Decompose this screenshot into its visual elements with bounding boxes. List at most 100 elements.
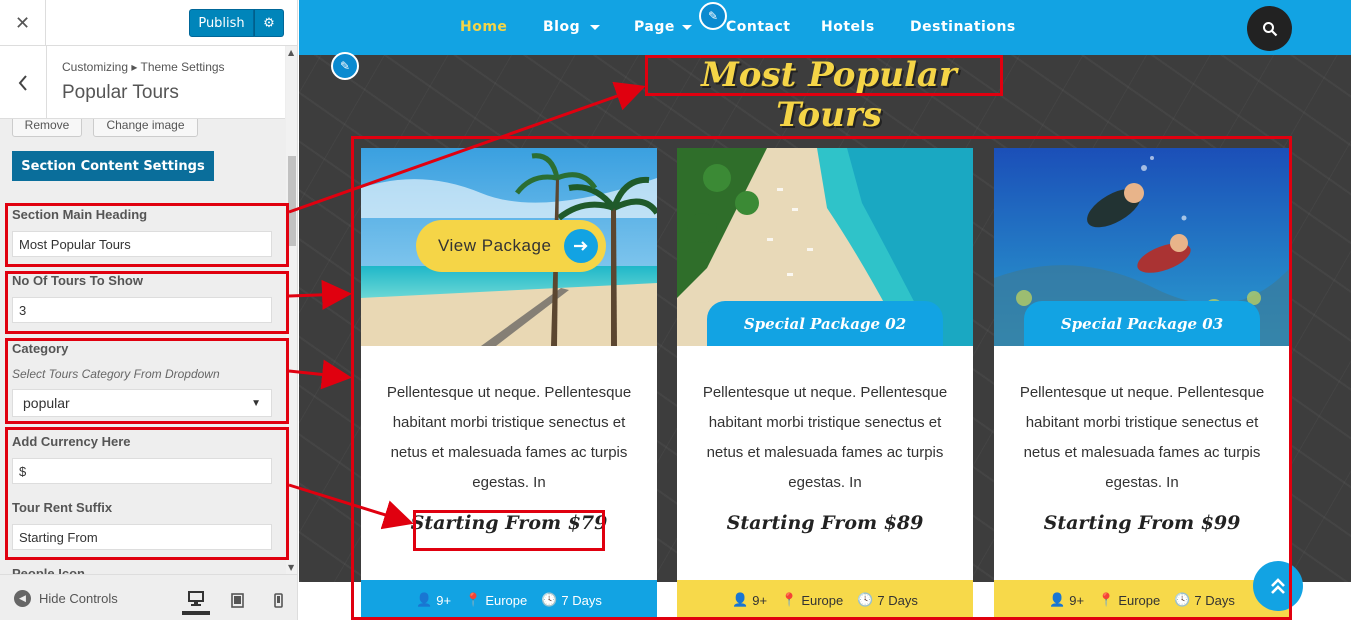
preview-mobile-button[interactable]: [264, 585, 292, 615]
category-select[interactable]: popular ▼: [12, 389, 272, 417]
tours-count-input[interactable]: 3: [12, 297, 272, 323]
preview-desktop-button[interactable]: [182, 585, 210, 615]
package-title-tab[interactable]: Special Package 03: [1024, 301, 1260, 346]
category-description: Select Tours Category From Dropdown: [12, 367, 220, 381]
tour-description: Pellentesque ut neque. Pellentesque habi…: [702, 384, 948, 491]
double-chevron-up-icon: [1271, 578, 1285, 594]
arrow-right-icon: [564, 229, 598, 263]
nav-item-page[interactable]: Page: [634, 19, 675, 35]
change-image-button[interactable]: Change image: [93, 119, 198, 137]
edit-section-shortcut-button[interactable]: ✎: [331, 52, 359, 80]
nav-item-destinations[interactable]: Destinations: [910, 19, 1016, 35]
tour-meta-bar: 👤 9+ 📍 Europe 🕓 7 Days: [361, 580, 657, 620]
main-heading-input[interactable]: Most Popular Tours: [12, 231, 272, 257]
tour-people: 👤 9+: [732, 592, 767, 608]
tour-people: 👤 9+: [416, 592, 451, 608]
tour-duration: 🕓 7 Days: [857, 592, 918, 608]
pencil-icon: ✎: [707, 9, 719, 23]
collapse-arrow-icon: ◀: [14, 590, 31, 607]
publish-button[interactable]: Publish: [189, 9, 254, 37]
tour-location: 📍 Europe: [781, 592, 843, 608]
view-package-label: View Package: [438, 236, 552, 255]
close-icon: ✕: [14, 12, 31, 34]
category-select-value: popular: [23, 395, 70, 411]
close-customizer-button[interactable]: ✕: [0, 0, 46, 46]
location-text: Europe: [1118, 592, 1161, 608]
section-title: Popular Tours: [62, 82, 179, 103]
tour-duration: 🕓 7 Days: [1174, 592, 1235, 608]
nav-item-contact[interactable]: Contact: [726, 19, 791, 35]
blog-caret-icon[interactable]: [590, 25, 600, 30]
rent-suffix-input[interactable]: Starting From: [12, 524, 272, 550]
section-content-settings-button[interactable]: Section Content Settings: [12, 151, 214, 181]
mobile-icon: [273, 592, 283, 608]
tour-image-aerial-beach[interactable]: Special Package 02: [677, 148, 973, 346]
location-text: Europe: [485, 592, 528, 608]
view-package-button[interactable]: View Package: [416, 220, 606, 272]
tour-people: 👤 9+: [1049, 592, 1084, 608]
user-icon: 👤: [416, 592, 433, 607]
preview-tablet-button[interactable]: [223, 585, 251, 615]
people-icon-label: People Icon: [12, 566, 85, 574]
publish-group: Publish ⚙: [189, 9, 284, 37]
nav-item-hotels[interactable]: Hotels: [821, 19, 875, 35]
tablet-icon: [230, 592, 244, 608]
site-preview: Home Blog Page Contact Hotels Destinatio…: [299, 0, 1351, 620]
scroll-down-arrow-icon[interactable]: ▼: [288, 563, 294, 572]
search-icon: [1262, 21, 1277, 36]
section-header: Customizing ▸ Theme Settings Popular Tou…: [0, 46, 285, 119]
nav-item-blog[interactable]: Blog: [543, 19, 580, 35]
desktop-icon: [188, 590, 204, 606]
page-caret-icon[interactable]: [682, 25, 692, 30]
section-main-heading: Most Popular Tours: [701, 55, 957, 135]
scrollbar-thumb[interactable]: [288, 156, 296, 246]
map-pin-icon: 📍: [465, 592, 482, 607]
tour-card[interactable]: Special Package 03 Pellentesque ut neque…: [994, 148, 1290, 620]
nav-item-home[interactable]: Home: [460, 19, 507, 35]
tour-image-beach[interactable]: View Package: [361, 148, 657, 346]
user-icon: 👤: [732, 592, 749, 607]
hide-controls-button[interactable]: ◀ Hide Controls: [14, 590, 118, 607]
people-count: 9+: [752, 592, 768, 608]
publish-settings-button[interactable]: ⚙: [254, 9, 284, 37]
people-count: 9+: [436, 592, 452, 608]
tour-duration: 🕓 7 Days: [541, 592, 602, 608]
back-button[interactable]: [0, 46, 47, 119]
user-icon: 👤: [1049, 592, 1066, 607]
chevron-left-icon: [18, 74, 27, 91]
breadcrumb: Customizing ▸ Theme Settings: [62, 60, 225, 74]
currency-label: Add Currency Here: [12, 434, 131, 449]
duration-text: 7 Days: [561, 592, 602, 608]
category-label: Category: [12, 341, 69, 356]
controls-scroll-area: Remove Change image Section Content Sett…: [0, 119, 285, 574]
customizer-header: ✕ Publish ⚙: [0, 0, 297, 46]
remove-image-button[interactable]: Remove: [12, 119, 82, 137]
clock-icon: 🕓: [541, 592, 558, 607]
search-button[interactable]: [1247, 6, 1292, 51]
edit-nav-shortcut-button[interactable]: ✎: [699, 2, 727, 30]
tour-description: Pellentesque ut neque. Pellentesque habi…: [1019, 384, 1265, 491]
currency-input[interactable]: $: [12, 458, 272, 484]
scroll-to-top-button[interactable]: [1253, 561, 1303, 611]
tour-location: 📍 Europe: [465, 592, 527, 608]
tour-meta-bar: 👤 9+ 📍 Europe 🕓 7 Days: [994, 580, 1290, 620]
tour-card[interactable]: Special Package 02 Pellentesque ut neque…: [677, 148, 973, 620]
clock-icon: 🕓: [857, 592, 874, 607]
tour-card[interactable]: View Package Pellentesque ut neque. Pell…: [361, 148, 657, 620]
customizer-panel: ✕ Publish ⚙ Customizing ▸ Theme Settings…: [0, 0, 298, 620]
dropdown-arrow-icon: ▼: [251, 397, 261, 409]
map-pin-icon: 📍: [1098, 592, 1115, 607]
tour-image-scuba[interactable]: Special Package 03: [994, 148, 1290, 346]
map-pin-icon: 📍: [781, 592, 798, 607]
tour-location: 📍 Europe: [1098, 592, 1160, 608]
panel-scrollbar[interactable]: ▲ ▼: [286, 46, 297, 574]
scroll-up-arrow-icon[interactable]: ▲: [288, 48, 294, 57]
tour-price: Starting From $79: [410, 512, 608, 534]
tour-price: Starting From $99: [1043, 512, 1241, 534]
tour-description: Pellentesque ut neque. Pellentesque habi…: [386, 384, 632, 491]
clock-icon: 🕓: [1174, 592, 1191, 607]
gear-icon: ⚙: [263, 15, 275, 31]
tours-count-label: No Of Tours To Show: [12, 273, 143, 288]
package-title-tab[interactable]: Special Package 02: [707, 301, 943, 346]
main-heading-label: Section Main Heading: [12, 207, 148, 222]
